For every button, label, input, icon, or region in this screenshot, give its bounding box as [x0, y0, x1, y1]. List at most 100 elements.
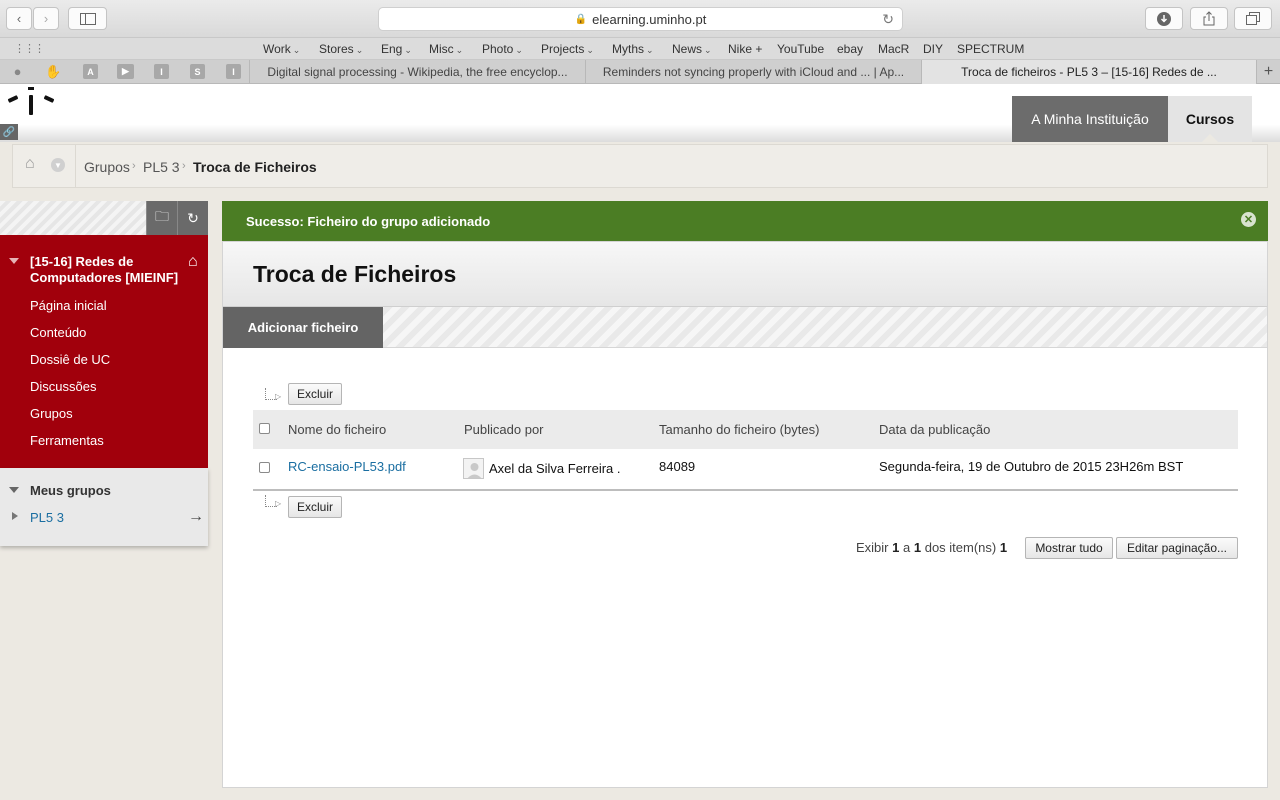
menu-item-ferramentas[interactable]: Ferramentas: [30, 433, 104, 448]
folder-view-button[interactable]: 🗀: [146, 201, 177, 235]
favorite-youtube[interactable]: YouTube: [777, 42, 824, 56]
pinned-tab[interactable]: I: [226, 64, 241, 79]
favorite-stores[interactable]: Stores ⌄: [319, 42, 363, 56]
folder-icon: 🗀: [155, 208, 169, 224]
close-icon[interactable]: ✕: [1241, 212, 1256, 227]
favorite-macr[interactable]: MacR: [878, 42, 909, 56]
favorite-work[interactable]: Work ⌄: [263, 42, 300, 56]
favorite-label: Stores: [319, 42, 354, 56]
column-header-date[interactable]: Data da publicação: [879, 422, 990, 437]
paging-to: 1: [913, 540, 922, 555]
paging-prefix: Exibir: [856, 540, 889, 555]
tab-my-institution[interactable]: A Minha Instituição: [1012, 96, 1168, 142]
refresh-button[interactable]: ↻: [177, 201, 208, 235]
page-title: Troca de Ficheiros: [253, 261, 457, 287]
menu-item-discussoes[interactable]: Discussões: [30, 379, 96, 394]
favorite-nike[interactable]: Nike +: [728, 42, 762, 56]
apple-icon[interactable]: ●: [10, 64, 25, 79]
breadcrumb-group-pl5-3[interactable]: PL5 3: [143, 159, 180, 175]
menu-toolbar-pattern: [0, 201, 146, 235]
column-header-file-name[interactable]: Nome do ficheiro: [288, 422, 386, 437]
delete-button-top[interactable]: Excluir: [288, 383, 342, 405]
favorite-diy[interactable]: DIY: [923, 42, 943, 56]
share-button[interactable]: [1190, 7, 1228, 30]
tab-reminders[interactable]: Reminders not syncing properly with iClo…: [585, 60, 921, 84]
sidebar-icon: [79, 12, 96, 25]
pinned-tab[interactable]: A: [83, 64, 98, 79]
favorite-spectrum[interactable]: SPECTRUM: [957, 42, 1024, 56]
refresh-icon: ↻: [187, 209, 199, 226]
hand-icon[interactable]: ✋: [45, 64, 61, 79]
favorite-label: Myths: [612, 42, 645, 56]
column-header-file-size[interactable]: Tamanho do ficheiro (bytes): [659, 422, 819, 437]
paging-info: Exibir 1 a 1 dos item(ns) 1: [856, 540, 1007, 555]
group-link-pl5-3[interactable]: PL5 3: [30, 510, 64, 525]
favorite-myths[interactable]: Myths ⌄: [612, 42, 654, 56]
breadcrumb-divider: [75, 145, 76, 187]
select-all-checkbox[interactable]: [259, 423, 270, 434]
chevron-left-icon: ‹: [16, 11, 22, 26]
menu-item-grupos[interactable]: Grupos: [30, 406, 73, 421]
published-by: Axel da Silva Ferreira .: [489, 461, 621, 476]
favorite-label: Projects: [541, 42, 585, 56]
breadcrumb-groups[interactable]: Grupos: [84, 159, 130, 175]
downloads-button[interactable]: [1145, 7, 1183, 30]
chevron-down-icon: ⌄: [455, 45, 464, 55]
file-link[interactable]: RC-ensaio-PL53.pdf: [288, 459, 406, 474]
favorite-misc[interactable]: Misc ⌄: [429, 42, 463, 56]
youtube-icon[interactable]: ▶: [117, 64, 134, 79]
tab-troca-ficheiros[interactable]: Troca de ficheiros - PL5 3 – [15-16] Red…: [921, 60, 1256, 84]
reload-icon[interactable]: ↻: [882, 11, 894, 28]
favorite-eng[interactable]: Eng ⌄: [381, 42, 412, 56]
tab-wikipedia[interactable]: Digital signal processing - Wikipedia, t…: [249, 60, 585, 84]
column-header-published-by[interactable]: Publicado por: [464, 422, 544, 437]
chevron-right-icon: ›: [43, 11, 49, 26]
menu-item-conteudo[interactable]: Conteúdo: [30, 325, 86, 340]
favorite-projects[interactable]: Projects ⌄: [541, 42, 594, 56]
chevron-down-icon: ⌄: [355, 45, 364, 55]
tabs-overview-button[interactable]: [1234, 7, 1272, 30]
arrow-right-icon[interactable]: →: [188, 508, 204, 526]
uminho-logo[interactable]: [6, 87, 56, 117]
favorite-label: News: [672, 42, 703, 56]
favorite-label: Misc: [429, 42, 454, 56]
menu-item-dossie[interactable]: Dossiê de UC: [30, 352, 110, 367]
new-tab-button[interactable]: +: [1256, 60, 1280, 84]
collapse-triangle-icon[interactable]: [9, 258, 19, 269]
browser-toolbar: ‹ › 🔒 elearning.uminho.pt ↻: [0, 0, 1280, 38]
link-icon[interactable]: 🔗: [0, 124, 18, 140]
grid-icon[interactable]: ⋮⋮⋮: [14, 42, 45, 55]
favorite-photo[interactable]: Photo ⌄: [482, 42, 523, 56]
course-menu: [15-16] Redes de Computadores [MIEINF] ⌂…: [0, 235, 208, 468]
row-checkbox[interactable]: [259, 462, 270, 473]
pinned-tab[interactable]: S: [190, 64, 205, 79]
pinned-tab[interactable]: I: [154, 64, 169, 79]
sidebar-toggle-button[interactable]: [68, 7, 107, 30]
tab-courses[interactable]: Cursos: [1168, 96, 1252, 142]
url-text: elearning.uminho.pt: [592, 11, 707, 27]
collapse-triangle-icon[interactable]: [9, 487, 19, 498]
edit-paging-button[interactable]: Editar paginação...: [1116, 537, 1238, 559]
breadcrumb-current: Troca de Ficheiros: [193, 159, 317, 175]
site-header: 🔗 A Minha Instituição Cursos: [0, 84, 1280, 142]
home-icon[interactable]: ⌂: [25, 155, 35, 173]
chevron-down-icon[interactable]: ▼: [51, 158, 65, 172]
home-icon[interactable]: ⌂: [188, 253, 198, 271]
forward-button[interactable]: ›: [33, 7, 59, 30]
back-button[interactable]: ‹: [6, 7, 32, 30]
menu-item-pagina-inicial[interactable]: Página inicial: [30, 298, 107, 313]
expand-triangle-icon[interactable]: [12, 512, 22, 520]
address-bar[interactable]: 🔒 elearning.uminho.pt ↻: [378, 7, 903, 31]
chevron-right-icon: ›: [182, 160, 186, 172]
favorite-label: Photo: [482, 42, 514, 56]
my-groups-title: Meus grupos: [30, 483, 111, 498]
chevron-down-icon: ⌄: [292, 45, 301, 55]
tabs-icon: [1246, 12, 1260, 25]
add-file-button[interactable]: Adicionar ficheiro: [223, 307, 383, 348]
delete-button-bottom[interactable]: Excluir: [288, 496, 342, 518]
favorite-ebay[interactable]: ebay: [837, 42, 863, 56]
arrow-right-icon: ▷: [275, 392, 282, 401]
show-all-button[interactable]: Mostrar tudo: [1025, 537, 1113, 559]
course-title[interactable]: [15-16] Redes de Computadores [MIEINF]: [30, 254, 190, 286]
favorite-news[interactable]: News ⌄: [672, 42, 712, 56]
